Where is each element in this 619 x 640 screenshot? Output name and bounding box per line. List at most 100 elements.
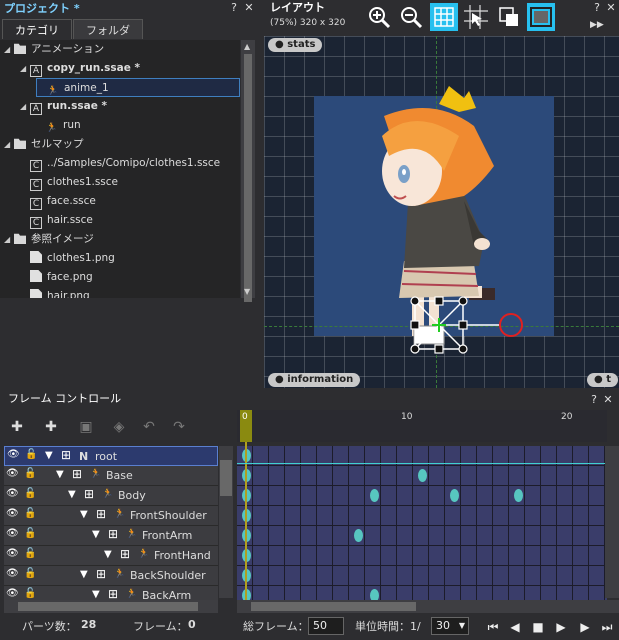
keyframe-row[interactable] [237, 486, 607, 506]
go-last-icon[interactable]: ⏭ [600, 620, 614, 634]
grid-toggle-icon[interactable] [430, 3, 458, 31]
tree-item[interactable]: ◢ セルマップ [4, 135, 84, 154]
expand-arrow-icon[interactable]: ▼ [92, 529, 100, 540]
fps-select[interactable]: 30 ▼ [431, 617, 469, 635]
visibility-eye-icon[interactable]: 👁 [6, 548, 19, 559]
part-list-scroll-thumb[interactable] [220, 460, 232, 496]
expand-arrow-icon[interactable]: ◢ [20, 97, 30, 116]
close-icon[interactable]: ✕ [243, 1, 255, 14]
bounds-tool-icon[interactable] [495, 3, 523, 31]
keyframe-marker[interactable] [418, 469, 427, 482]
zoom-out-icon[interactable] [397, 3, 425, 31]
keyframe-marker[interactable] [354, 529, 363, 542]
visibility-eye-icon[interactable]: 👁 [6, 488, 19, 499]
timeline-hscrollbar[interactable] [237, 600, 619, 613]
visibility-eye-icon[interactable]: 👁 [6, 568, 19, 579]
tree-item[interactable]: ◢ Arun.ssae * [20, 97, 107, 116]
frame-ruler[interactable]: 0 10 20 [237, 410, 607, 442]
tree-item[interactable]: ◢ アニメーション [4, 40, 104, 59]
add-part-icon[interactable]: ✚ [6, 419, 28, 441]
part-row[interactable]: 🏃 👁 🔓 ▼ ⊞ Body [4, 486, 218, 506]
project-scroll-thumb[interactable] [244, 54, 252, 302]
tree-item[interactable]: C ../Samples/Comipo/clothes1.ssce [20, 154, 220, 173]
keyframe-row[interactable] [237, 506, 607, 526]
panel-overflow-icon[interactable]: ▶▶ [590, 20, 604, 30]
playhead[interactable] [245, 442, 247, 600]
expand-arrow-icon[interactable]: ▼ [80, 569, 88, 580]
play-icon[interactable]: ▶ [554, 620, 568, 634]
close-icon[interactable]: ✕ [602, 393, 614, 406]
tree-item[interactable]: Cface.ssce [20, 192, 96, 211]
tree-item[interactable]: 🏃 anime_1 [36, 78, 240, 97]
help-icon[interactable]: ? [591, 1, 603, 14]
part-row[interactable]: 🏃 👁 🔓 ▼ ⊞ FrontHand [4, 546, 218, 566]
expand-arrow-icon[interactable]: ▼ [68, 489, 76, 500]
project-scrollbar[interactable]: ▲ ▼ [241, 40, 255, 302]
expand-arrow-icon[interactable]: ▼ [45, 450, 53, 461]
tab-category[interactable]: カテゴリ [2, 19, 72, 39]
tree-item[interactable]: 🏃 run [36, 116, 81, 135]
help-icon[interactable]: ? [228, 1, 240, 14]
close-icon[interactable]: ✕ [605, 1, 617, 14]
expand-arrow-icon[interactable]: ▼ [56, 469, 64, 480]
copy-part-icon[interactable]: ▣ [75, 419, 97, 441]
step-back-icon[interactable]: ◀ [508, 620, 522, 634]
part-row[interactable]: 🏃 👁 🔓 ▼ ⊞ FrontArm [4, 526, 218, 546]
visibility-eye-icon[interactable]: 👁 [6, 528, 19, 539]
lock-icon[interactable]: 🔓 [24, 568, 36, 579]
lock-icon[interactable]: 🔓 [25, 449, 37, 460]
tab-folder[interactable]: フォルダ [73, 19, 143, 39]
tree-item[interactable]: face.png [20, 268, 93, 287]
part-row[interactable]: 🏃 👁 🔓 ▼ ⊞ BackShoulder [4, 566, 218, 586]
redo-icon[interactable]: ↷ [168, 419, 190, 441]
part-list-hscrollbar[interactable] [4, 600, 218, 613]
transform-gizmo[interactable] [404, 291, 534, 361]
keyframe-marker[interactable] [514, 489, 523, 502]
background-toggle-icon[interactable] [527, 3, 555, 31]
expand-arrow-icon[interactable]: ◢ [4, 230, 14, 249]
part-row[interactable]: 🏃 👁 🔓 ▼ ⊞ FrontShoulder [4, 506, 218, 526]
part-row[interactable]: N 👁 🔓 ▼ ⊞ root [4, 446, 218, 466]
layout-canvas[interactable]: ● stats ● information ● t [264, 36, 619, 388]
keyframe-row[interactable] [237, 526, 607, 546]
stop-icon[interactable]: ■ [531, 620, 545, 634]
undo-icon[interactable]: ↶ [138, 419, 160, 441]
expand-arrow-icon[interactable]: ◢ [4, 135, 14, 154]
zoom-in-icon[interactable] [365, 3, 393, 31]
visibility-eye-icon[interactable]: 👁 [7, 449, 20, 460]
lock-icon[interactable]: 🔓 [24, 508, 36, 519]
timeline-vscrollbar[interactable] [605, 446, 619, 598]
lock-icon[interactable]: 🔓 [24, 548, 36, 559]
keyframe-marker[interactable] [370, 489, 379, 502]
keyframe-marker[interactable] [450, 489, 459, 502]
visibility-eye-icon[interactable]: 👁 [6, 468, 19, 479]
delete-part-icon[interactable]: ◈ [108, 419, 130, 441]
expand-arrow-icon[interactable]: ▼ [80, 509, 88, 520]
tree-item[interactable]: Cclothes1.ssce [20, 173, 118, 192]
expand-arrow-icon[interactable]: ◢ [4, 40, 14, 59]
expand-arrow-icon[interactable]: ▼ [92, 589, 100, 600]
expand-arrow-icon[interactable]: ◢ [20, 59, 30, 78]
lock-icon[interactable]: 🔓 [24, 588, 36, 599]
select-tool-icon[interactable] [462, 3, 490, 31]
tree-item[interactable]: hair.png [20, 287, 90, 298]
keyframe-row[interactable] [237, 466, 607, 486]
add-child-part-icon[interactable]: ✚ [40, 419, 62, 441]
tree-item[interactable]: clothes1.png [20, 249, 115, 268]
tree-item[interactable]: ◢ 参照イメージ [4, 230, 94, 249]
go-first-icon[interactable]: ⏮ [486, 620, 500, 634]
expand-arrow-icon[interactable]: ▼ [104, 549, 112, 560]
part-list-scrollbar[interactable] [219, 446, 233, 598]
part-row[interactable]: 🏃 👁 🔓 ▼ ⊞ Base [4, 466, 218, 486]
lock-icon[interactable]: 🔓 [24, 488, 36, 499]
tree-item[interactable]: ◢ Acopy_run.ssae * [20, 59, 140, 78]
keyframe-row[interactable] [237, 546, 607, 566]
lock-icon[interactable]: 🔓 [24, 468, 36, 479]
visibility-eye-icon[interactable]: 👁 [6, 588, 19, 599]
tree-item[interactable]: Chair.ssce [20, 211, 93, 230]
help-icon[interactable]: ? [588, 393, 600, 406]
visibility-eye-icon[interactable]: 👁 [6, 508, 19, 519]
total-frames-input[interactable]: 50 [308, 617, 344, 635]
keyframe-row[interactable] [237, 566, 607, 586]
step-forward-icon[interactable]: ▶ [578, 620, 592, 634]
